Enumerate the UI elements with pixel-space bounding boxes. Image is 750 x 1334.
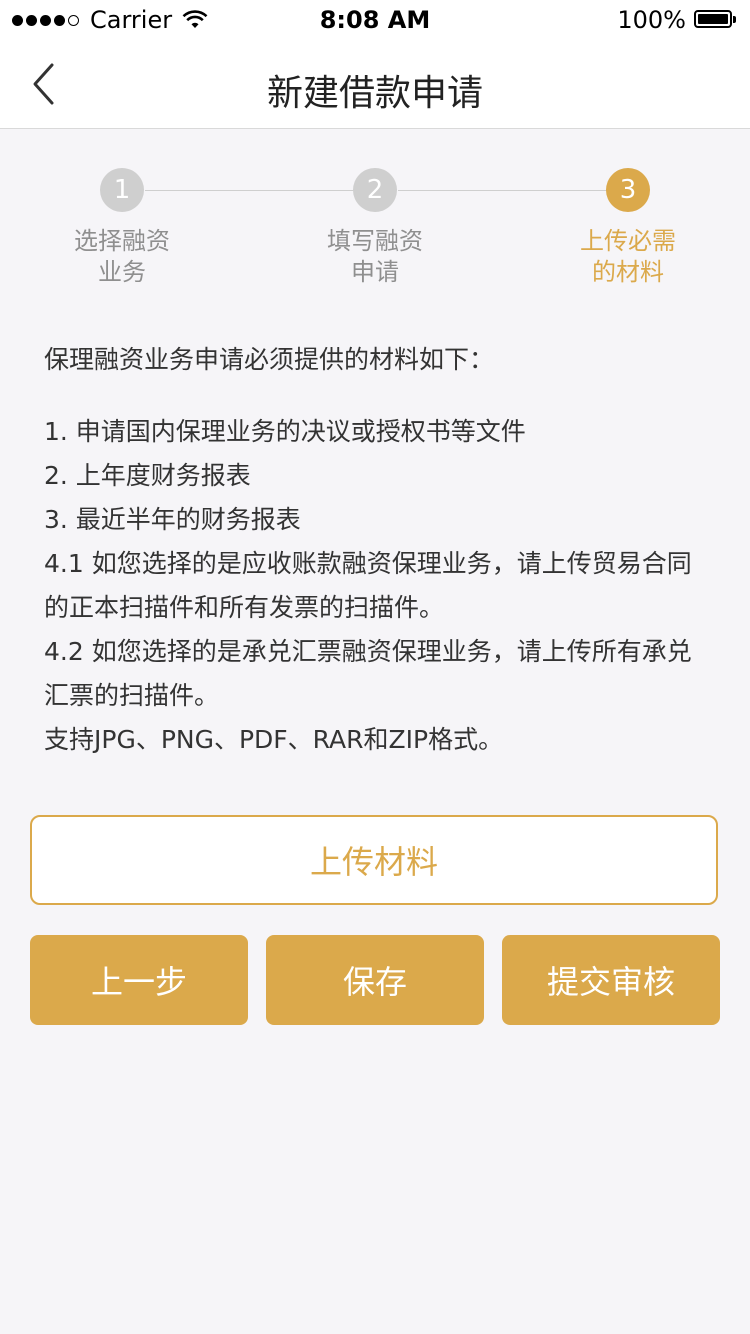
step-number: 1 — [100, 168, 144, 212]
materials-item: 2. 上年度财务报表 — [44, 461, 251, 490]
nav-bar: 新建借款申请 — [0, 40, 750, 129]
battery-percent: 100% — [617, 6, 686, 34]
step-label: 上传必需 的材料 — [580, 227, 676, 286]
previous-step-button[interactable]: 上一步 — [30, 935, 248, 1025]
action-bar: 上一步 保存 提交审核 — [30, 935, 720, 1025]
step-number: 3 — [606, 168, 650, 212]
progress-stepper: 1 选择融资 业务 2 填写融资 申请 3 上传必需 的材料 — [0, 128, 750, 308]
step-3: 3 上传必需 的材料 — [538, 168, 718, 288]
materials-item: 1. 申请国内保理业务的决议或授权书等文件 — [44, 417, 526, 446]
save-button[interactable]: 保存 — [266, 935, 484, 1025]
status-bar: Carrier 8:08 AM 100% — [0, 0, 750, 40]
materials-item: 4.1 如您选择的是应收账款融资保理业务，请上传贸易合同的正本扫描件和所有发票的… — [44, 549, 692, 622]
step-label: 填写融资 申请 — [327, 227, 423, 286]
step-2: 2 填写融资 申请 — [285, 168, 465, 288]
step-label: 选择融资 业务 — [74, 227, 170, 286]
materials-item: 4.2 如您选择的是承兑汇票融资保理业务，请上传所有承兑汇票的扫描件。 — [44, 637, 692, 710]
step-number: 2 — [353, 168, 397, 212]
supported-formats-note: 支持JPG、PNG、PDF、RAR和ZIP格式。 — [44, 725, 504, 754]
upload-materials-button[interactable]: 上传材料 — [30, 815, 718, 905]
step-1: 1 选择融资 业务 — [32, 168, 212, 288]
materials-description: 保理融资业务申请必须提供的材料如下： 1. 申请国内保理业务的决议或授权书等文件… — [44, 340, 714, 762]
materials-item: 3. 最近半年的财务报表 — [44, 505, 301, 534]
submit-review-button[interactable]: 提交审核 — [502, 935, 720, 1025]
battery-icon — [694, 10, 738, 30]
status-right: 100% — [617, 6, 738, 34]
page-title: 新建借款申请 — [266, 73, 483, 114]
materials-intro: 保理融资业务申请必须提供的材料如下： — [44, 345, 495, 374]
